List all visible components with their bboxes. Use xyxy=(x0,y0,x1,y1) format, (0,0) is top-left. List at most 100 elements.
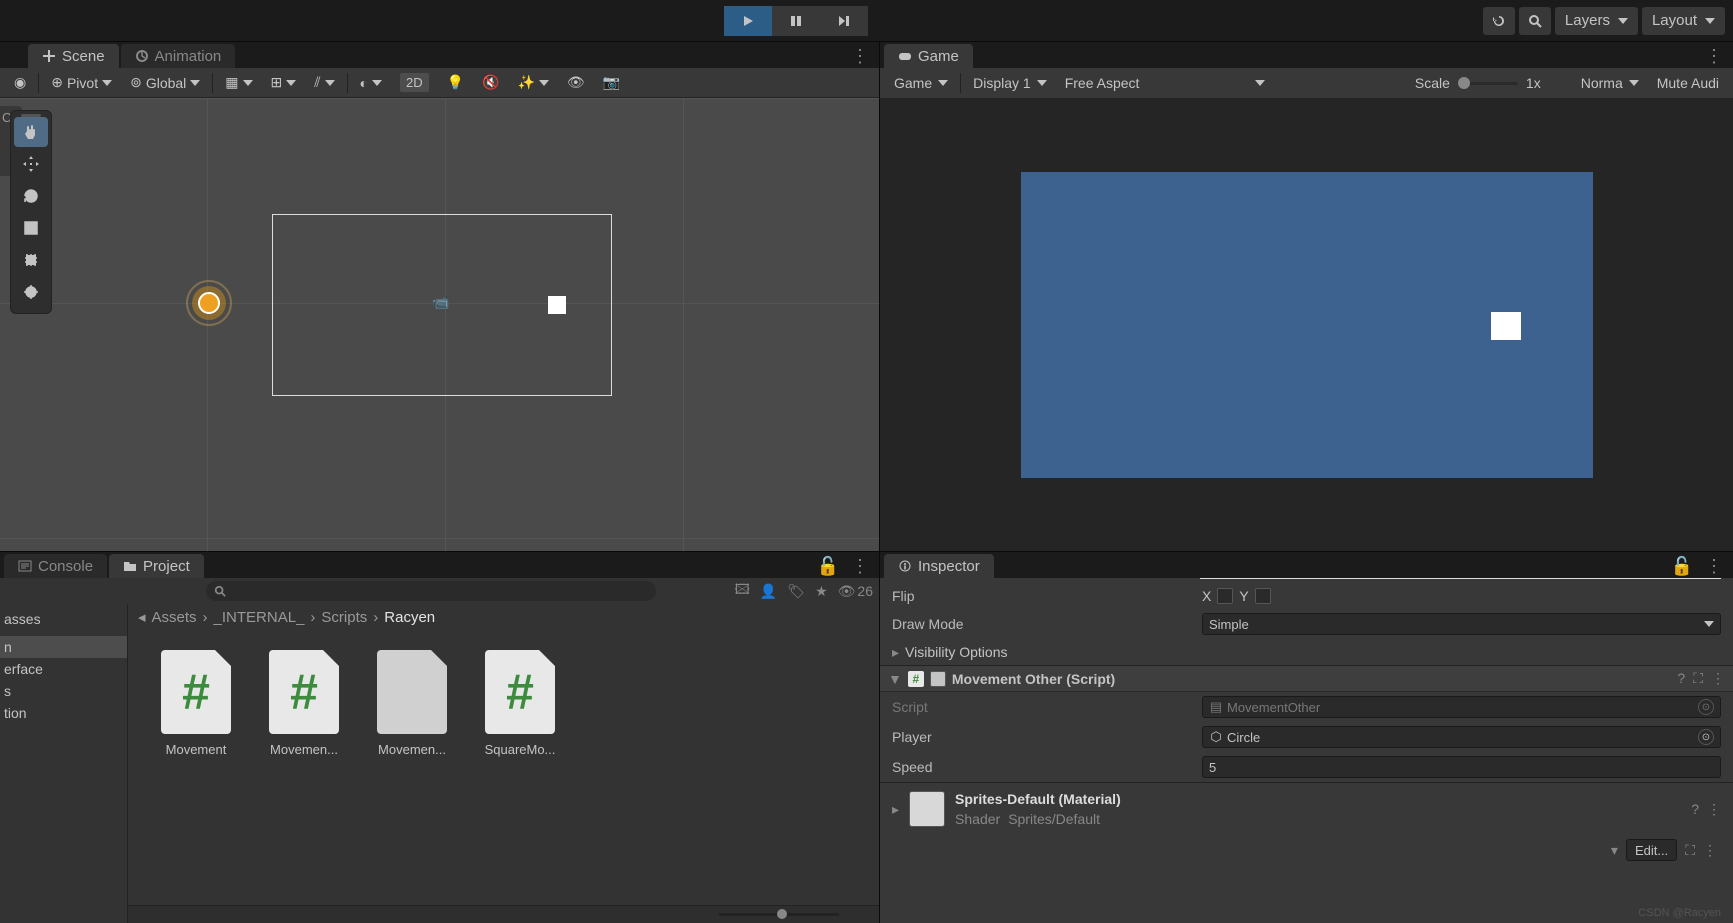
player-label: Player xyxy=(892,729,1202,745)
transform-tool-icon[interactable] xyxy=(14,277,48,307)
project-footer xyxy=(128,905,879,923)
tab-animation[interactable]: Animation xyxy=(121,44,236,68)
inspector-lock-icon[interactable]: 🔓 xyxy=(1671,556,1693,577)
project-tree[interactable]: asses n erface s tion xyxy=(0,604,128,923)
mode-2d-button[interactable]: 2D xyxy=(392,71,437,95)
asset-file[interactable]: Movemen... xyxy=(370,650,454,757)
step-button[interactable] xyxy=(820,6,868,36)
favorite-filter-icon[interactable]: ★ xyxy=(815,583,828,600)
flip-label: Flip xyxy=(892,588,1202,604)
lighting-icon[interactable]: 💡 xyxy=(439,71,472,95)
tab-game[interactable]: Game xyxy=(884,44,973,68)
search-icon[interactable] xyxy=(1519,7,1551,35)
game-view xyxy=(880,98,1733,551)
tree-item[interactable]: asses xyxy=(0,608,127,630)
tab-console[interactable]: Console xyxy=(4,554,107,578)
scale-tool-icon[interactable] xyxy=(14,213,48,243)
preset-icon[interactable]: ⛶ xyxy=(1693,670,1703,687)
component-enabled-checkbox[interactable] xyxy=(930,671,946,687)
player-field[interactable]: ⬡Circle⊙ xyxy=(1202,726,1721,748)
material-options-icon[interactable]: ⋮ xyxy=(1703,842,1717,859)
hidden-toggle-icon[interactable]: 👁26 xyxy=(838,583,873,600)
vsync-dropdown[interactable]: Norma xyxy=(1573,71,1647,95)
filter-by-label-icon[interactable]: 👤 xyxy=(760,583,777,600)
material-thumbnail xyxy=(909,791,945,827)
draw-mode-dropdown[interactable]: Simple xyxy=(1202,613,1721,635)
global-dropdown[interactable]: ⊚Global xyxy=(122,71,208,95)
asset-script[interactable]: #Movemen... xyxy=(262,650,346,757)
pivot-dropdown[interactable]: ⊕Pivot xyxy=(43,71,120,95)
project-tab-menu-icon[interactable]: ⋮ xyxy=(851,556,869,577)
increment-snap-icon[interactable]: ⫽ xyxy=(306,71,342,95)
tab-inspector[interactable]: Inspector xyxy=(884,554,994,578)
tree-item[interactable]: tion xyxy=(0,702,127,724)
tab-project[interactable]: Project xyxy=(109,554,204,578)
play-button[interactable] xyxy=(724,6,772,36)
draw-mode-icon[interactable]: ◐ xyxy=(352,71,390,95)
audio-icon[interactable]: 🔇 xyxy=(474,71,507,95)
rotate-tool-icon[interactable] xyxy=(14,181,48,211)
mute-audio-button[interactable]: Mute Audi xyxy=(1649,71,1727,95)
object-picker-icon[interactable]: ⊙ xyxy=(1698,729,1714,745)
hidden-objects-icon[interactable]: 👁 xyxy=(559,71,593,95)
shading-mode-icon[interactable]: ◉ xyxy=(6,71,34,95)
grid-size-slider[interactable] xyxy=(719,913,839,916)
display-dropdown[interactable]: Display 1 xyxy=(965,71,1055,95)
speed-field[interactable]: 5 xyxy=(1202,756,1721,778)
tree-item[interactable]: erface xyxy=(0,658,127,680)
project-search-input[interactable] xyxy=(206,581,656,601)
square-gameobject[interactable] xyxy=(548,296,566,314)
scale-label: Scale xyxy=(1415,75,1450,91)
flip-y-checkbox[interactable] xyxy=(1255,588,1271,604)
asset-script[interactable]: #Movement xyxy=(154,650,238,757)
tag-filter-icon[interactable]: 🏷 xyxy=(787,583,805,600)
flip-x-checkbox[interactable] xyxy=(1217,588,1233,604)
tool-palette xyxy=(10,110,52,314)
undo-history-icon[interactable] xyxy=(1483,7,1515,35)
component-header-movement[interactable]: ▼ # Movement Other (Script) ? ⛶ ⋮ xyxy=(880,665,1733,692)
component-menu-icon[interactable]: ⋮ xyxy=(1711,670,1725,687)
material-preset-icon[interactable]: ⛶ xyxy=(1685,842,1695,859)
scroll-left-icon[interactable]: ◂ xyxy=(138,608,146,626)
breadcrumb[interactable]: ◂ Assets› _INTERNAL_› Scripts› Racyen xyxy=(128,604,879,630)
material-help-icon[interactable]: ? xyxy=(1691,801,1699,817)
hand-tool-icon[interactable] xyxy=(14,117,48,147)
project-search-row: 🖾 👤 🏷 ★ 👁26 xyxy=(0,578,879,604)
tab-scene[interactable]: Scene xyxy=(28,44,119,68)
move-tool-icon[interactable] xyxy=(14,149,48,179)
script-icon: # xyxy=(908,671,924,687)
pause-button[interactable] xyxy=(772,6,820,36)
filter-by-type-icon[interactable]: 🖾 xyxy=(735,579,750,603)
scene-view[interactable]: Cai 📹 xyxy=(0,98,879,551)
material-menu-icon[interactable]: ⋮ xyxy=(1707,801,1721,818)
tree-item[interactable]: n xyxy=(0,636,127,658)
fx-icon[interactable]: ✨ xyxy=(509,71,556,95)
grid-visibility-icon[interactable]: ⊞ xyxy=(263,71,305,95)
asset-script[interactable]: #SquareMo... xyxy=(478,650,562,757)
inspector-menu-icon[interactable]: ⋮ xyxy=(1705,556,1723,577)
game-tab-menu-icon[interactable]: ⋮ xyxy=(1705,46,1723,67)
circle-gameobject[interactable] xyxy=(192,286,226,320)
rect-tool-icon[interactable] xyxy=(14,245,48,275)
aspect-dropdown[interactable]: Free Aspect xyxy=(1057,71,1274,95)
grid-snap-icon[interactable]: ▦ xyxy=(217,71,260,95)
help-icon[interactable]: ? xyxy=(1677,670,1685,687)
camera-icon[interactable]: 📷 xyxy=(595,71,628,95)
material-header[interactable]: ▸ Sprites-Default (Material) Shader Spri… xyxy=(880,782,1733,835)
layers-dropdown[interactable]: Layers xyxy=(1555,7,1638,35)
scale-slider[interactable] xyxy=(1458,82,1518,85)
game-canvas xyxy=(1021,172,1593,478)
scene-tab-row: Scene Animation ⋮ xyxy=(0,42,879,68)
watermark: CSDN @Racyen xyxy=(1638,907,1721,919)
layout-dropdown[interactable]: Layout xyxy=(1642,7,1725,35)
gameobject-ref-icon: ⬡ xyxy=(1209,730,1223,744)
tree-item[interactable]: s xyxy=(0,680,127,702)
object-picker-icon[interactable]: ⊙ xyxy=(1698,699,1714,715)
tab-menu-icon[interactable]: ⋮ xyxy=(851,46,869,67)
camera-gizmo-icon: 📹 xyxy=(432,294,449,311)
game-mode-dropdown[interactable]: Game xyxy=(886,71,956,95)
visibility-options-foldout[interactable]: ▸ Visibility Options xyxy=(880,639,1733,665)
inspector-tab-row: Inspector 🔓 ⋮ xyxy=(880,552,1733,578)
edit-material-button[interactable]: Edit... xyxy=(1626,839,1677,861)
lock-icon[interactable]: 🔓 xyxy=(817,556,839,577)
